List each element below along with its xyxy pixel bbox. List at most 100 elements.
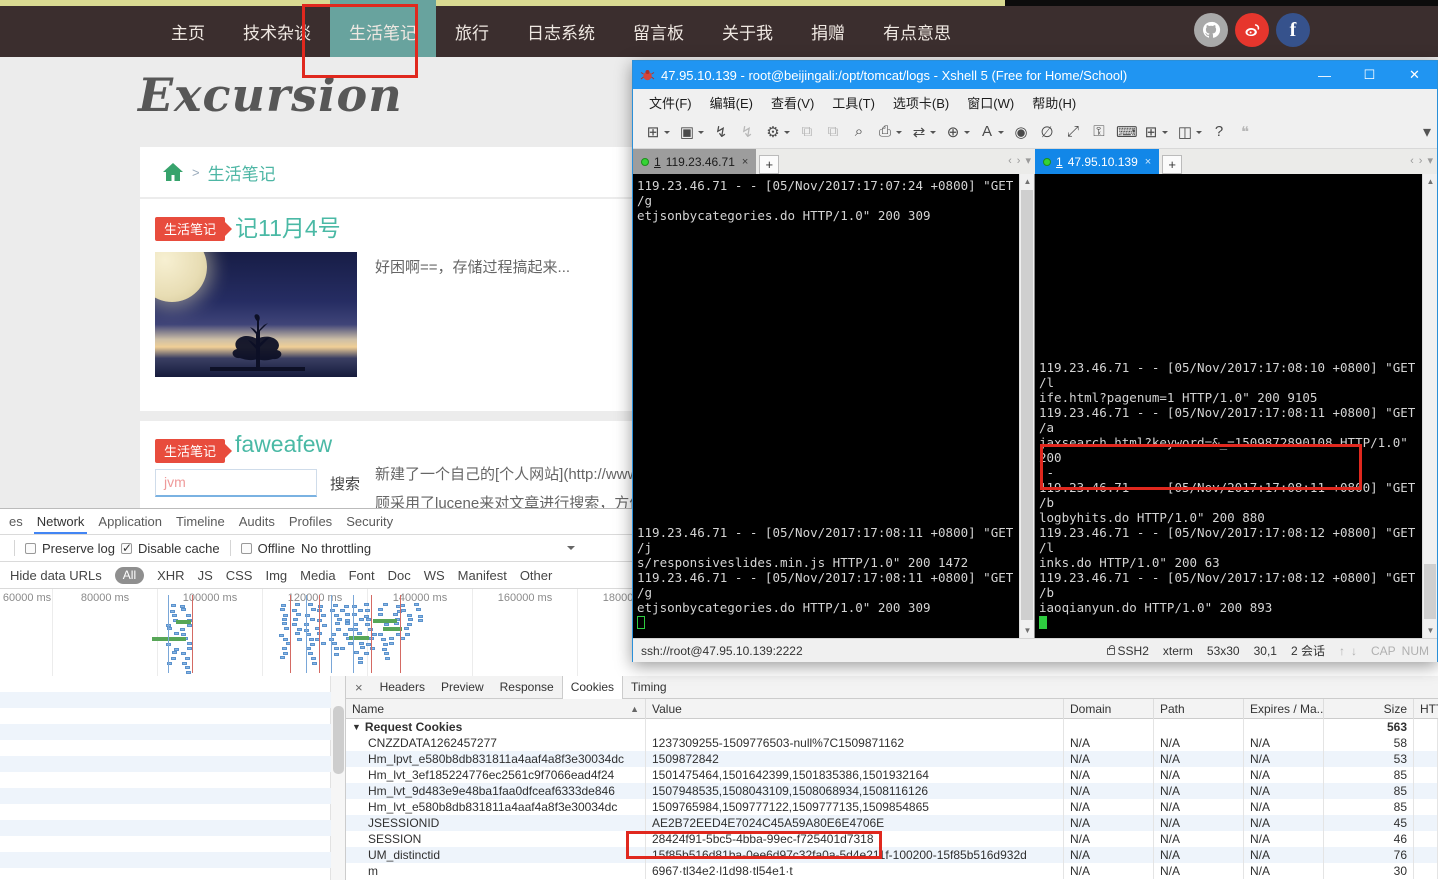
toolbar-icon[interactable]: ◉ (1009, 121, 1033, 143)
toolbar-icon[interactable]: ⤢ (1061, 121, 1085, 142)
scroll-up-arrow-icon[interactable]: ↑ (1339, 644, 1345, 658)
toolbar-icon[interactable]: A (975, 121, 1007, 142)
scroll-down-icon[interactable]: ▼ (1020, 623, 1035, 638)
filter-type[interactable]: Doc (388, 568, 411, 583)
detail-tab[interactable]: Preview (433, 676, 492, 699)
new-tab-button[interactable]: + (759, 155, 779, 174)
detail-tab[interactable]: Response (492, 676, 562, 699)
devtools-tab[interactable]: Timeline (169, 510, 232, 534)
post-thumbnail[interactable] (155, 252, 357, 377)
devtools-tab[interactable]: Audits (232, 510, 282, 534)
toolbar-icon[interactable]: ⚙ (761, 121, 793, 143)
devtools-tab[interactable]: es (2, 510, 30, 534)
session-tab-47[interactable]: 1 47.95.10.139 × (1035, 149, 1159, 174)
toolbar-icon[interactable]: ❝ (1233, 121, 1257, 143)
post-tag[interactable]: 生活笔记 (155, 439, 225, 463)
tab-menu-caret-icon[interactable]: ▾ (1025, 154, 1031, 167)
toolbar-icon[interactable]: ⧉ (795, 121, 819, 142)
detail-tab[interactable]: Timing (623, 676, 675, 699)
cookie-row[interactable]: UM_distinctid 15f85b516d81ba-0ee6d97c32f… (346, 847, 1438, 863)
cookie-row[interactable]: Hm_lvt_9d483e9e48ba1faa0dfceaf6333de846 … (346, 783, 1438, 799)
toolbar-icon[interactable]: ⧉ (821, 121, 845, 142)
terminal-scrollbar[interactable]: ▲ ▼ (1019, 174, 1034, 638)
cookie-row[interactable]: Hm_lpvt_e580b8db831811a4aaf4a8f3e30034dc… (346, 751, 1438, 767)
post-tag[interactable]: 生活笔记 (155, 217, 225, 241)
filter-type[interactable]: WS (424, 568, 445, 583)
post-title[interactable]: faweafew (235, 431, 332, 458)
menu-item[interactable]: 文件(F) (641, 90, 700, 115)
cookie-row[interactable]: JSESSIONID AE2B72EED4E7024C45A59A80E6E47… (346, 815, 1438, 831)
tab-menu-caret-icon[interactable]: ▾ (1427, 154, 1433, 167)
filter-all-pill[interactable]: All (115, 567, 144, 584)
tab-scroll-right-icon[interactable]: › (1017, 155, 1021, 167)
menu-item[interactable]: 编辑(E) (702, 90, 761, 115)
toolbar-icon[interactable]: ◫ (1173, 121, 1205, 143)
devtools-tab[interactable]: Profiles (282, 510, 339, 534)
scroll-up-icon[interactable]: ▲ (1020, 174, 1035, 189)
cookie-row[interactable]: SESSION 28424f91-5bc5-4bba-99ec-f725401d… (346, 831, 1438, 847)
xshell-titlebar[interactable]: 47.95.10.139 - root@beijingali:/opt/tomc… (633, 61, 1437, 89)
toolbar-icon[interactable]: ? (1207, 121, 1231, 142)
menu-item[interactable]: 帮助(H) (1024, 90, 1084, 115)
new-tab-button[interactable]: + (1162, 155, 1182, 174)
filter-type[interactable]: XHR (157, 568, 184, 583)
minimize-button[interactable]: — (1302, 61, 1347, 89)
search-button[interactable]: 搜索 (330, 473, 360, 494)
search-input[interactable]: jvm (155, 469, 317, 497)
detail-tab[interactable]: Cookies (562, 676, 623, 700)
nav-item[interactable]: 捐赠 (792, 6, 864, 57)
github-icon[interactable] (1194, 13, 1228, 47)
toolbar-icon[interactable]: ⎙ (873, 121, 905, 142)
toolbar-icon[interactable]: ⊞ (641, 121, 673, 143)
filter-type[interactable]: Media (300, 568, 335, 583)
toolbar-icon[interactable]: ⌕ (847, 121, 871, 142)
filter-type[interactable]: Other (520, 568, 553, 583)
close-button[interactable]: ✕ (1392, 61, 1437, 89)
toolbar-icon[interactable]: ⊞ (1139, 121, 1171, 143)
toolbar-overflow-caret-icon[interactable]: ▾ (1423, 122, 1431, 142)
tab-scroll-right-icon[interactable]: › (1419, 155, 1423, 167)
menu-item[interactable]: 工具(T) (824, 90, 883, 115)
toolbar-icon[interactable]: ↯ (709, 121, 733, 143)
request-list-pane[interactable] (0, 676, 346, 880)
toolbar-icon[interactable]: ▣ (675, 121, 707, 143)
menu-item[interactable]: 窗口(W) (959, 90, 1022, 115)
cookie-row[interactable]: m 6967·tl34e2·l1d98·tl54e1·t N/A N/A N/A… (346, 863, 1438, 879)
toolbar-icon[interactable]: ⇄ (907, 121, 939, 143)
nav-item[interactable]: 留言板 (614, 6, 703, 57)
devtools-tab[interactable]: Security (339, 510, 400, 534)
close-tab-icon[interactable]: × (742, 156, 748, 168)
menu-item[interactable]: 选项卡(B) (885, 90, 957, 115)
terminal-47[interactable]: 119.23.46.71 - - [05/Nov/2017:17:08:10 +… (1035, 174, 1437, 638)
close-detail-icon[interactable]: × (346, 680, 372, 695)
preserve-log-checkbox[interactable] (25, 543, 36, 554)
nav-item[interactable]: 有点意思 (864, 6, 970, 57)
scroll-up-icon[interactable]: ▲ (1423, 174, 1438, 189)
menu-item[interactable]: 查看(V) (763, 90, 822, 115)
terminal-scrollbar[interactable]: ▲ ▼ (1422, 174, 1437, 638)
collapse-arrow-icon[interactable]: ▼ (352, 722, 361, 732)
toolbar-icon[interactable]: ⚿ (1087, 121, 1111, 142)
terminal-119[interactable]: 119.23.46.71 - - [05/Nov/2017:17:07:24 +… (633, 174, 1035, 638)
toolbar-icon[interactable]: ⊕ (941, 121, 973, 143)
weibo-icon[interactable] (1235, 13, 1269, 47)
home-icon[interactable] (162, 162, 184, 182)
toolbar-icon[interactable]: ↯ (735, 121, 759, 143)
filter-type[interactable]: Font (349, 568, 375, 583)
filter-type[interactable]: CSS (226, 568, 253, 583)
request-list-scrollbar[interactable] (330, 676, 345, 880)
tab-scroll-left-icon[interactable]: ‹ (1008, 155, 1012, 167)
nav-item[interactable]: 旅行 (436, 6, 508, 57)
offline-checkbox[interactable] (241, 543, 252, 554)
breadcrumb-label[interactable]: 生活笔记 (208, 160, 276, 185)
hide-data-urls-label[interactable]: Hide data URLs (10, 568, 102, 583)
filter-type[interactable]: Manifest (458, 568, 507, 583)
post-title[interactable]: 记11月4号 (235, 209, 341, 243)
scroll-down-arrow-icon[interactable]: ↓ (1351, 644, 1357, 658)
disable-cache-checkbox[interactable] (121, 543, 132, 554)
throttling-caret-icon[interactable] (567, 546, 575, 554)
toolbar-icon[interactable]: ∅ (1035, 121, 1059, 143)
nav-item[interactable]: 关于我 (703, 6, 792, 57)
cookie-row[interactable]: Hm_lvt_3ef185224776ec2561c9f7066ead4f24 … (346, 767, 1438, 783)
tab-scroll-left-icon[interactable]: ‹ (1410, 155, 1414, 167)
